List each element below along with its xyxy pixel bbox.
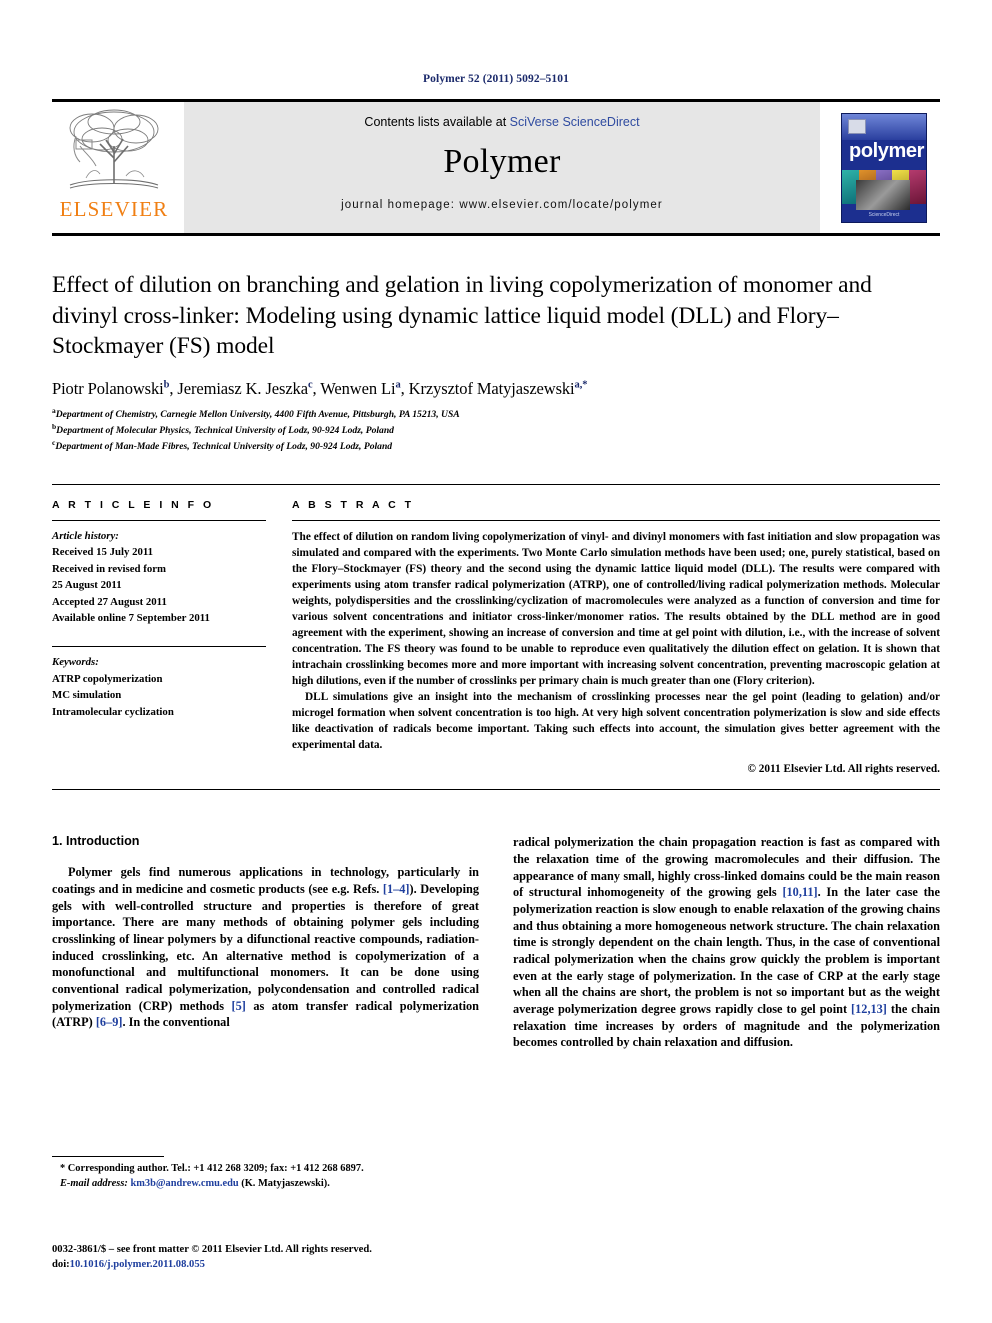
contents-line: Contents lists available at SciVerse Sci… [364, 115, 639, 129]
cover-badge-icon [848, 118, 866, 134]
info-abstract-region: A R T I C L E I N F O Article history: R… [52, 483, 940, 775]
keywords-block: Keywords: ATRP copolymerization MC simul… [52, 654, 266, 720]
keyword-item-3: Intramolecular cyclization [52, 705, 174, 718]
journal-cover-thumbnail: polymer ScienceDirect [828, 102, 940, 233]
cover-footer-text: ScienceDirect [868, 211, 900, 218]
paper-page: Polymer 52 (2011) 5092–5101 ELSEVIER Con… [0, 0, 992, 1323]
doi-line: doi:10.1016/j.polymer.2011.08.055 [52, 1258, 512, 1273]
intro-text-right: radical polymerization the chain propaga… [513, 834, 940, 1051]
abstract-body: The effect of dilution on random living … [292, 529, 940, 753]
history-revised-label: Received in revised form [52, 562, 167, 575]
abstract-column: A B S T R A C T The effect of dilution o… [292, 485, 940, 775]
article-info-rule [52, 519, 266, 521]
page-title: Effect of dilution on branching and gela… [52, 272, 872, 360]
contents-prefix: Contents lists available at [364, 115, 510, 129]
article-history-label: Article history: [52, 529, 119, 542]
history-received: Received 15 July 2011 [52, 546, 154, 559]
intro-paragraph-right: radical polymerization the chain propaga… [513, 835, 940, 1050]
keyword-item-1: ATRP copolymerization [52, 672, 163, 685]
affiliation-b: bDepartment of Molecular Physics, Techni… [52, 422, 940, 438]
elsevier-tree-icon [69, 109, 159, 189]
keywords-label: Keywords: [52, 656, 99, 669]
doi-label: doi: [52, 1258, 70, 1270]
intro-text-left: Polymer gels find numerous applications … [52, 864, 479, 1031]
abstract-copyright: © 2011 Elsevier Ltd. All rights reserved… [747, 763, 940, 776]
history-revised-date: 25 August 2011 [52, 579, 122, 592]
imprint-area: 0032-3861/$ – see front matter © 2011 El… [52, 1243, 512, 1273]
corresponding-author-note: * Corresponding author. Tel.: +1 412 268… [60, 1163, 364, 1174]
abstract-paragraph-2: DLL simulations give an insight into the… [292, 691, 940, 752]
cover-title: polymer [849, 139, 925, 162]
footnote-area: * Corresponding author. Tel.: +1 412 268… [52, 1156, 472, 1191]
journal-title: Polymer [443, 143, 561, 180]
elsevier-logo: ELSEVIER [52, 102, 176, 233]
running-head: Polymer 52 (2011) 5092–5101 [423, 73, 569, 85]
journal-homepage[interactable]: journal homepage: www.elsevier.com/locat… [341, 199, 663, 211]
history-online: Available online 7 September 2011 [52, 611, 210, 624]
journal-masthead: ELSEVIER Contents lists available at Sci… [52, 99, 940, 236]
body-column-left: 1. Introduction Polymer gels find numero… [52, 834, 479, 1051]
keywords-rule [52, 646, 266, 648]
article-info-heading: A R T I C L E I N F O [52, 498, 215, 511]
email-note: E-mail address: km3b@andrew.cmu.edu (K. … [60, 1178, 330, 1190]
history-accepted: Accepted 27 August 2011 [52, 595, 167, 608]
affiliation-text-c: Department of Man-Made Fibres, Technical… [55, 441, 393, 453]
masthead-center: Contents lists available at SciVerse Sci… [184, 102, 820, 233]
affiliation-c: cDepartment of Man-Made Fibres, Technica… [52, 438, 940, 454]
author-list: Piotr Polanowskib, Jeremiasz K. Jeszkac,… [52, 378, 588, 398]
cover-micrograph [856, 179, 910, 210]
affiliation-text-b: Department of Molecular Physics, Technic… [56, 424, 394, 436]
issn-line: 0032-3861/$ – see front matter © 2011 El… [52, 1244, 372, 1255]
body-columns: 1. Introduction Polymer gels find numero… [52, 834, 940, 1051]
body-column-right: radical polymerization the chain propaga… [513, 834, 940, 1051]
section-heading-introduction: 1. Introduction [52, 834, 140, 849]
elsevier-wordmark: ELSEVIER [59, 197, 169, 221]
doi-value[interactable]: 10.1016/j.polymer.2011.08.055 [70, 1259, 205, 1270]
abstract-rule [292, 519, 940, 521]
article-history: Article history: Received 15 July 2011 R… [52, 528, 266, 626]
abstract-paragraph-1: The effect of dilution on random living … [292, 530, 940, 688]
abstract-heading: A B S T R A C T [292, 498, 414, 511]
footnote-rule [52, 1156, 164, 1157]
intro-paragraph-left: Polymer gels find numerous applications … [52, 865, 480, 1030]
affiliation-list: aDepartment of Chemistry, Carnegie Mello… [52, 406, 940, 454]
info-abstract-bottom-rule [52, 789, 940, 791]
sciencedirect-link[interactable]: SciVerse ScienceDirect [510, 115, 640, 129]
title-block: Effect of dilution on branching and gela… [52, 270, 940, 454]
keyword-item-2: MC simulation [52, 689, 122, 702]
affiliation-a: aDepartment of Chemistry, Carnegie Mello… [52, 406, 940, 422]
affiliation-text-a: Department of Chemistry, Carnegie Mellon… [55, 408, 460, 420]
cover-image: polymer ScienceDirect [841, 112, 927, 223]
article-info-column: A R T I C L E I N F O Article history: R… [52, 485, 292, 775]
